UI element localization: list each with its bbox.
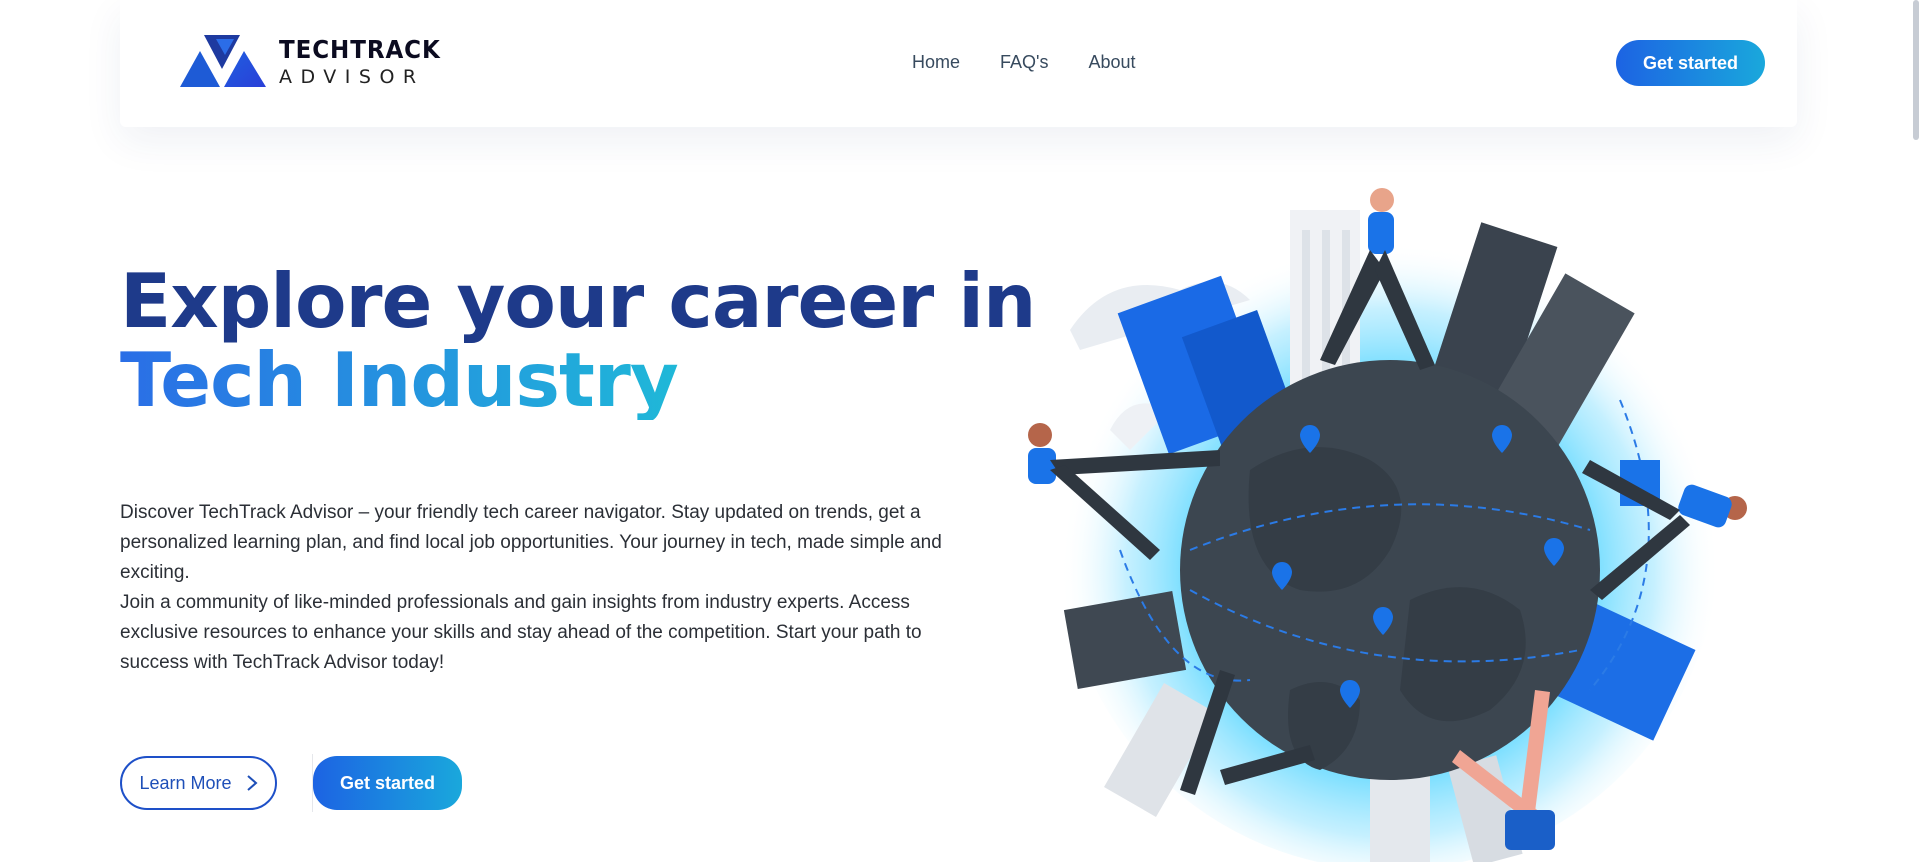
brand-subtitle: ADVISOR [279,66,425,88]
hero-title: Explore your career in Tech Industry [120,257,1036,424]
techtrack-logo-icon [180,35,266,87]
header-get-started-button[interactable]: Get started [1616,40,1765,86]
chevron-right-icon [246,775,258,791]
hero-title-line1: Explore your career in [120,257,1036,345]
learn-more-label: Learn More [139,772,232,793]
site-header: TECHTRACK ADVISOR Home FAQ's About Get s… [120,0,1797,127]
globe-career-illustration [1028,188,1747,862]
brand-name: TECHTRACK [279,35,441,64]
nav-home-link[interactable]: Home [912,52,960,73]
brand-logo[interactable]: TECHTRACK ADVISOR [180,35,455,89]
main-nav: Home FAQ's About [912,52,1176,73]
hero-description: Discover TechTrack Advisor – your friend… [120,498,970,678]
nav-about-link[interactable]: About [1088,52,1135,73]
learn-more-button[interactable]: Learn More [120,756,277,810]
hero-title-line2: Tech Industry [120,336,679,424]
hero-paragraph-1: Discover TechTrack Advisor – your friend… [120,502,942,583]
hero-paragraph-2: Join a community of like-minded professi… [120,592,922,673]
nav-faqs-link[interactable]: FAQ's [1000,52,1048,73]
page-scrollbar[interactable] [1913,0,1919,140]
hero-get-started-button[interactable]: Get started [313,756,462,810]
